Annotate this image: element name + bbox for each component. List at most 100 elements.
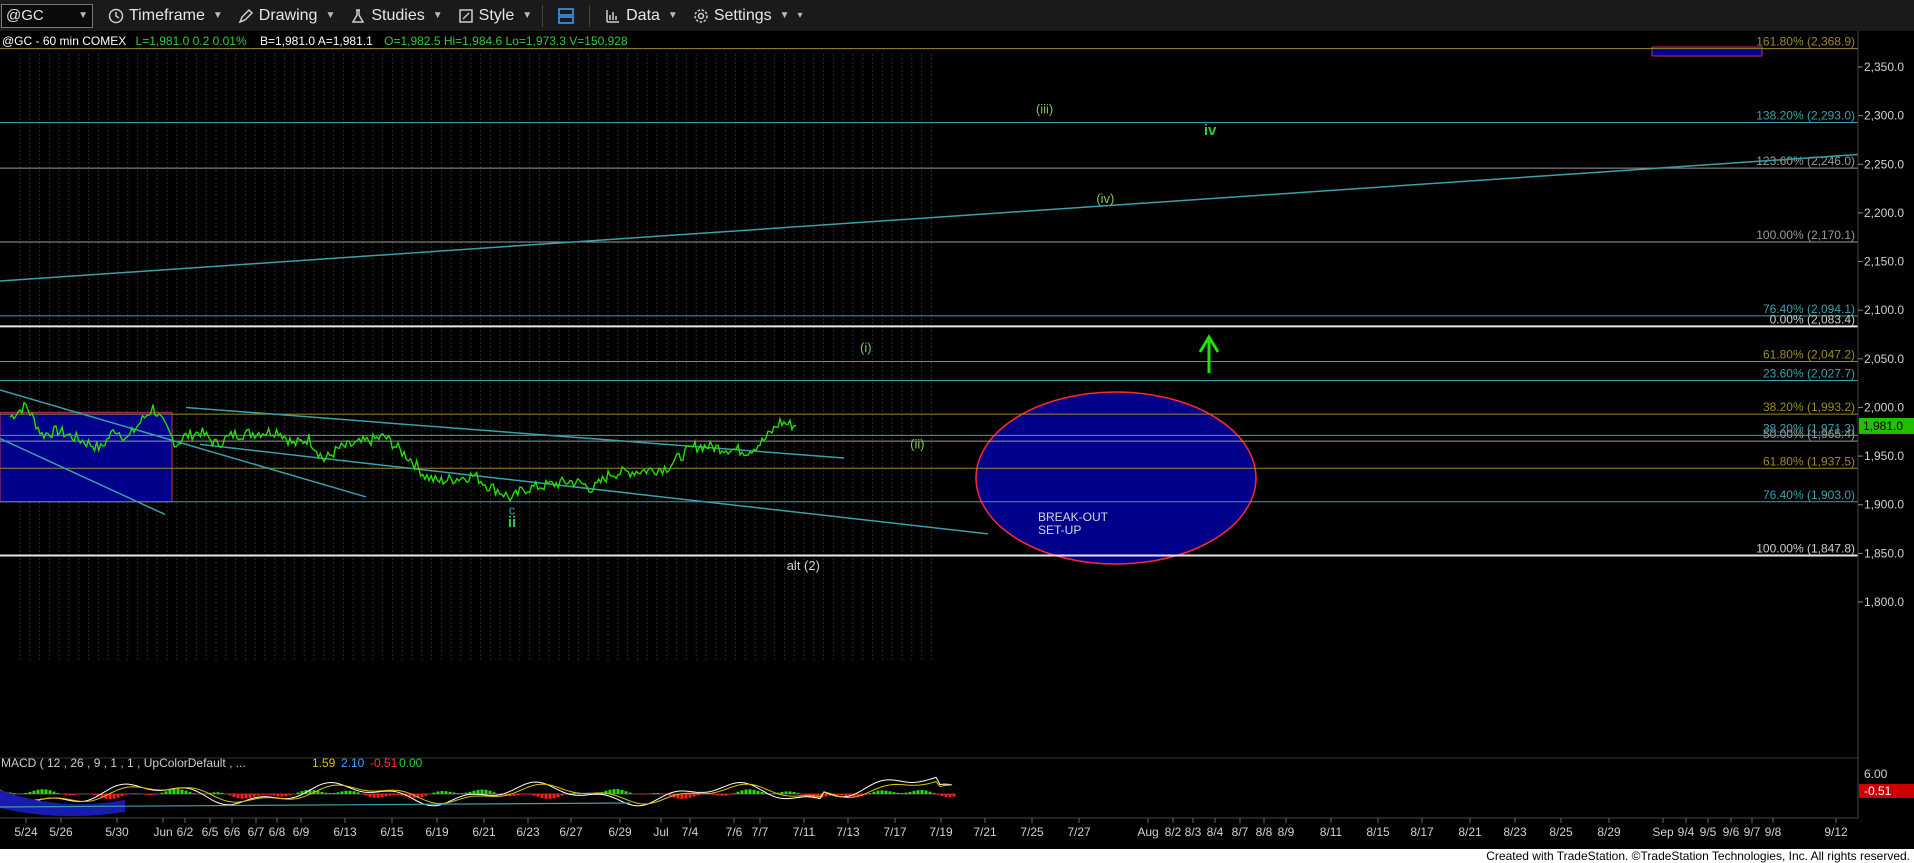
fib-label: 161.80% (2,368.9): [1756, 35, 1855, 49]
last-price-label: 1,981.0: [1863, 419, 1903, 433]
date-tick-label: 6/19: [425, 825, 449, 839]
date-tick-label: 6/27: [559, 825, 583, 839]
fib-label: 0.00% (2,083.4): [1770, 312, 1855, 326]
macd-axis-label: -0.51: [1864, 784, 1892, 798]
setup-label: SET-UP: [1038, 523, 1081, 537]
wave-label: (i): [860, 340, 872, 355]
date-tick-label: 5/26: [49, 825, 73, 839]
date-tick-label: 7/11: [793, 825, 816, 839]
date-tick-label: 7/19: [929, 825, 953, 839]
data-menu[interactable]: Data ▼: [604, 7, 678, 25]
date-tick-label: 7/21: [973, 825, 997, 839]
date-tick-label: 7/6: [726, 825, 743, 839]
price-tick-label: 2,300.0: [1864, 109, 1904, 123]
overflow-icon: ▾: [797, 10, 803, 21]
price-tick-label: 2,000.0: [1864, 400, 1904, 414]
macd-value: 0.00: [399, 756, 423, 770]
settings-label: Settings: [713, 6, 772, 24]
chevron-down-icon: ▼: [212, 10, 223, 21]
date-tick-label: 9/6: [1723, 825, 1740, 839]
date-tick-label: 5/30: [105, 825, 129, 839]
macd-axis-label: 6.00: [1864, 767, 1888, 781]
bar-chart-icon: [604, 7, 622, 25]
date-tick-label: 7/7: [752, 825, 769, 839]
price-tick-label: 1,850.0: [1864, 546, 1904, 560]
price-tick-label: 2,150.0: [1864, 255, 1904, 269]
toolbar-divider: [589, 4, 591, 27]
price-tick-label: 2,200.0: [1864, 206, 1904, 220]
symbol-value: @GC: [6, 7, 44, 24]
date-tick-label: 6/15: [380, 825, 404, 839]
clock-icon: [107, 7, 125, 25]
wave-label: (ii): [910, 436, 924, 451]
price-chart[interactable]: 161.80% (2,368.9)138.20% (2,293.0)123.60…: [0, 31, 1914, 849]
wave-label: ii: [508, 514, 516, 531]
chevron-down-icon: ▼: [432, 10, 443, 21]
fib-label: 138.20% (2,293.0): [1756, 108, 1855, 122]
date-tick-label: 8/11: [1320, 825, 1343, 839]
symbol-selector[interactable]: @GC ▼: [1, 3, 93, 28]
date-tick-label: 6/9: [293, 825, 310, 839]
date-tick-label: 8/25: [1549, 825, 1573, 839]
fib-label: 23.60% (2,027.7): [1763, 367, 1855, 381]
date-tick-label: 9/12: [1824, 825, 1848, 839]
date-tick-label: 8/21: [1458, 825, 1482, 839]
chevron-down-icon: ▼: [667, 10, 678, 21]
price-tick-label: 2,050.0: [1864, 352, 1904, 366]
date-tick-label: 6/13: [333, 825, 357, 839]
studies-label: Studies: [371, 6, 425, 24]
flask-icon: [349, 7, 367, 25]
date-tick-label: Jul: [653, 825, 668, 839]
header-bid-ask: B=1,981.0 A=1,981.1: [260, 34, 373, 48]
layout-button[interactable]: [557, 7, 579, 25]
price-tick-label: 2,250.0: [1864, 157, 1904, 171]
breakout-ellipse: [975, 391, 1257, 565]
header-ohlcv: O=1,982.5 Hi=1,984.6 Lo=1,973.3 V=150,92…: [384, 34, 628, 48]
style-icon: [457, 7, 475, 25]
header-symbol: @GC - 60 min COMEX: [2, 34, 126, 48]
fib-label: 100.00% (1,847.8): [1756, 542, 1855, 556]
chevron-down-icon: ▼: [78, 10, 88, 21]
price-tick-label: 1,900.0: [1864, 498, 1904, 512]
wave-label: (iii): [1036, 102, 1053, 117]
date-tick-label: 9/8: [1765, 825, 1782, 839]
date-tick-label: 8/29: [1597, 825, 1621, 839]
date-tick-label: 6/7: [248, 825, 265, 839]
gear-icon: [692, 7, 710, 25]
date-tick-label: 8/15: [1366, 825, 1390, 839]
date-tick-label: 5/24: [14, 825, 38, 839]
wave-label: (iv): [1096, 191, 1114, 206]
fib-label: 50.00% (1,965.4): [1763, 427, 1855, 441]
date-tick-label: 7/27: [1067, 825, 1091, 839]
studies-menu[interactable]: Studies ▼: [349, 6, 443, 25]
fib-label: 61.80% (1,937.5): [1763, 454, 1855, 468]
drawing-menu[interactable]: Drawing ▼: [237, 6, 335, 25]
price-tick-label: 1,800.0: [1864, 595, 1904, 609]
date-tick-label: 9/7: [1744, 825, 1761, 839]
date-tick-label: 8/4: [1207, 825, 1224, 839]
date-tick-label: 6/29: [608, 825, 632, 839]
date-tick-label: 7/13: [836, 825, 860, 839]
date-tick-label: 7/4: [682, 825, 699, 839]
chart-header: @GC - 60 min COMEX L=1,981.0 0.2 0.01% B…: [2, 34, 628, 48]
macd-value: 2.10: [341, 756, 365, 770]
header-last: L=1,981.0 0.2 0.01%: [136, 34, 247, 48]
date-tick-label: 8/3: [1185, 825, 1202, 839]
style-label: Style: [478, 6, 515, 24]
date-tick-label: 6/6: [224, 825, 241, 839]
settings-menu[interactable]: Settings ▼ ▾: [692, 7, 803, 25]
date-tick-label: 8/9: [1278, 825, 1295, 839]
layout-icon: [557, 7, 575, 25]
date-tick-label: 8/7: [1232, 825, 1249, 839]
date-tick-label: 8/8: [1256, 825, 1273, 839]
drawing-label: Drawing: [258, 6, 318, 24]
macd-value: 1.59: [312, 756, 336, 770]
toolbar-divider: [542, 4, 544, 27]
fib-label: 38.20% (1,993.2): [1763, 400, 1855, 414]
chevron-down-icon: ▼: [779, 10, 790, 21]
date-tick-label: 6/23: [516, 825, 540, 839]
fib-label: 76.40% (1,903.0): [1763, 488, 1855, 502]
style-menu[interactable]: Style ▼: [457, 7, 532, 25]
timeframe-menu[interactable]: Timeframe ▼: [107, 7, 223, 25]
price-tick-label: 2,350.0: [1864, 60, 1904, 74]
